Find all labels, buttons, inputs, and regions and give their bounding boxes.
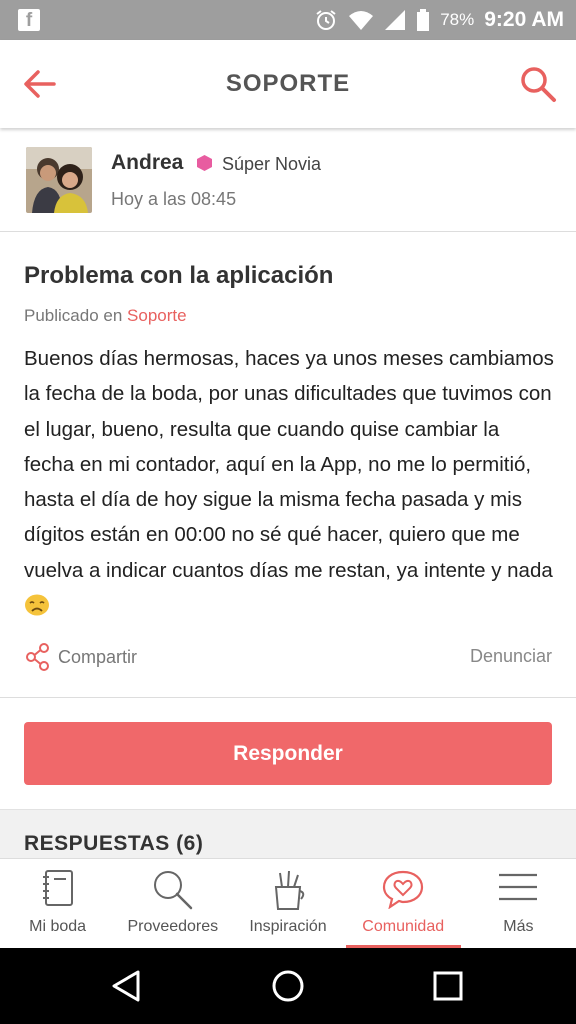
published-in: Publicado en Soporte bbox=[24, 306, 187, 326]
nav-inspiracion[interactable]: Inspiración bbox=[230, 859, 345, 948]
screen: f 78% 9:20 AM SOPORTE Andrea Súper Novia… bbox=[0, 0, 576, 1024]
divider bbox=[0, 697, 576, 698]
worried-face-emoji-icon bbox=[25, 594, 49, 616]
system-back-icon[interactable] bbox=[108, 968, 144, 1004]
bottom-navigation: Mi boda Proveedores Inspiración Comunida… bbox=[0, 858, 576, 948]
post-timestamp: Hoy a las 08:45 bbox=[111, 189, 237, 209]
post-title: Problema con la aplicación bbox=[24, 262, 334, 289]
nav-label: Comunidad bbox=[362, 918, 445, 935]
pencil-cup-icon bbox=[274, 870, 305, 910]
wifi-icon bbox=[349, 11, 374, 30]
published-prefix: Publicado en bbox=[24, 306, 123, 325]
status-bar: f 78% 9:20 AM bbox=[0, 0, 576, 40]
app-bar: SOPORTE bbox=[0, 40, 576, 128]
clock: 9:20 AM bbox=[484, 8, 564, 31]
nav-label: Inspiración bbox=[249, 918, 327, 935]
nav-label: Proveedores bbox=[127, 918, 219, 935]
nav-label: Mi boda bbox=[29, 918, 87, 935]
nav-comunidad[interactable]: Comunidad bbox=[345, 859, 462, 948]
answers-heading: RESPUESTAS (6) bbox=[24, 832, 204, 855]
facebook-notification-icon: f bbox=[18, 9, 40, 31]
signal-icon bbox=[385, 10, 406, 30]
battery-percent: 78% bbox=[440, 10, 475, 29]
user-rank-badge: Súper Novia bbox=[222, 154, 322, 174]
author-name[interactable]: Andrea bbox=[111, 151, 183, 175]
nav-label: Más bbox=[503, 918, 534, 935]
hexagon-badge-icon bbox=[197, 155, 212, 171]
nav-proveedores[interactable]: Proveedores bbox=[115, 859, 230, 948]
menu-icon bbox=[499, 873, 538, 901]
magnifier-icon bbox=[153, 871, 193, 910]
report-link[interactable]: Denunciar bbox=[470, 646, 552, 667]
author-header: Andrea Súper Novia Hoy a las 08:45 bbox=[0, 130, 576, 232]
notebook-icon bbox=[42, 870, 73, 906]
post-body-text: Buenos días hermosas, haces ya unos mese… bbox=[24, 347, 554, 582]
share-label: Compartir bbox=[58, 646, 138, 667]
search-icon[interactable] bbox=[518, 64, 558, 104]
post-body: Buenos días hermosas, haces ya unos mese… bbox=[24, 341, 554, 623]
system-home-icon[interactable] bbox=[270, 968, 306, 1004]
nav-mi-boda[interactable]: Mi boda bbox=[0, 859, 115, 948]
page-title: SOPORTE bbox=[225, 70, 351, 97]
share-button[interactable]: Compartir bbox=[26, 643, 137, 671]
system-navigation-bar bbox=[0, 948, 576, 1024]
category-link[interactable]: Soporte bbox=[127, 306, 187, 325]
battery-icon bbox=[417, 9, 430, 31]
system-recents-icon[interactable] bbox=[430, 968, 466, 1004]
nav-mas[interactable]: Más bbox=[461, 859, 576, 948]
reply-button[interactable]: Responder bbox=[24, 722, 552, 785]
avatar[interactable] bbox=[26, 147, 92, 213]
status-indicators: 78% 9:20 AM bbox=[314, 0, 564, 40]
heart-bubble-icon bbox=[383, 870, 424, 909]
alarm-icon bbox=[316, 10, 336, 30]
share-icon bbox=[26, 643, 49, 671]
